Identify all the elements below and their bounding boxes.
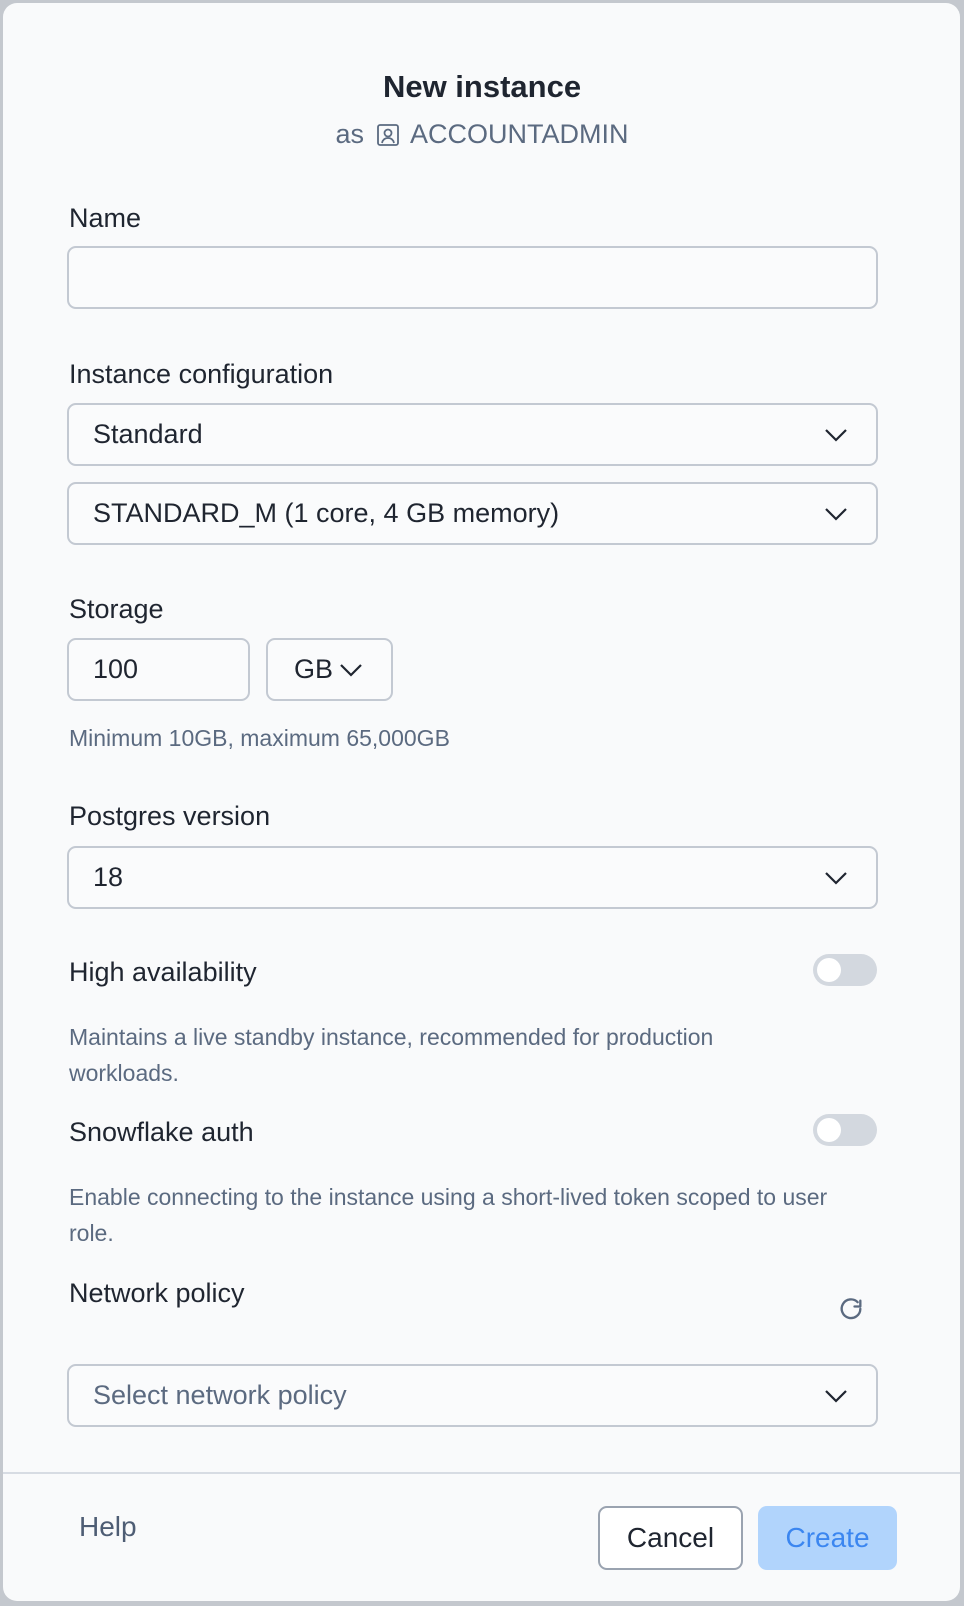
chevron-down-icon	[824, 428, 848, 442]
create-button[interactable]: Create	[758, 1506, 897, 1570]
toggle-knob	[817, 958, 841, 982]
instance-family-value: Standard	[93, 419, 203, 449]
role-name: ACCOUNTADMIN	[410, 119, 629, 149]
snowflake-auth-description: Enable connecting to the instance using …	[69, 1184, 828, 1246]
storage-size-value: 100	[93, 654, 139, 684]
footer-divider	[3, 1472, 960, 1474]
high-availability-toggle[interactable]	[813, 954, 877, 986]
dialog-title: New instance	[382, 69, 582, 104]
network-policy-placeholder: Select network policy	[93, 1380, 347, 1410]
high-availability-label: High availability	[69, 957, 257, 987]
chevron-down-icon	[824, 507, 848, 521]
user-role-icon	[376, 123, 400, 147]
storage-unit-select[interactable]: GB	[266, 638, 393, 701]
snowflake-auth-toggle[interactable]	[813, 1114, 877, 1146]
storage-unit-value: GB	[294, 654, 334, 684]
chevron-down-icon	[824, 1389, 848, 1403]
chevron-down-icon	[339, 663, 363, 677]
instance-size-value: STANDARD_M (1 core, 4 GB memory)	[93, 498, 560, 528]
refresh-icon[interactable]	[837, 1296, 865, 1324]
instance-configuration-label: Instance configuration	[69, 359, 334, 389]
help-button[interactable]: Help	[79, 1511, 137, 1543]
name-label: Name	[69, 203, 142, 233]
new-instance-dialog: New instance as ACCOUNTADMIN Name Instan…	[3, 3, 960, 1601]
dialog-subtitle: as ACCOUNTADMIN	[3, 119, 961, 150]
snowflake-auth-label: Snowflake auth	[69, 1117, 254, 1147]
postgres-version-select[interactable]: 18	[67, 846, 878, 909]
postgres-version-label: Postgres version	[69, 801, 271, 831]
network-policy-label: Network policy	[69, 1278, 245, 1308]
postgres-version-value: 18	[93, 862, 124, 892]
toggle-knob	[817, 1118, 841, 1142]
instance-size-select[interactable]: STANDARD_M (1 core, 4 GB memory)	[67, 482, 878, 545]
high-availability-description: Maintains a live standby instance, recom…	[69, 1024, 714, 1086]
storage-hint: Minimum 10GB, maximum 65,000GB	[69, 725, 450, 751]
storage-size-input[interactable]: 100	[67, 638, 250, 701]
cancel-button[interactable]: Cancel	[598, 1506, 743, 1570]
network-policy-select[interactable]: Select network policy	[67, 1364, 878, 1427]
instance-family-select[interactable]: Standard	[67, 403, 878, 466]
subtitle-prefix: as	[335, 119, 365, 149]
storage-label: Storage	[69, 594, 164, 624]
name-input[interactable]	[67, 246, 878, 309]
chevron-down-icon	[824, 871, 848, 885]
